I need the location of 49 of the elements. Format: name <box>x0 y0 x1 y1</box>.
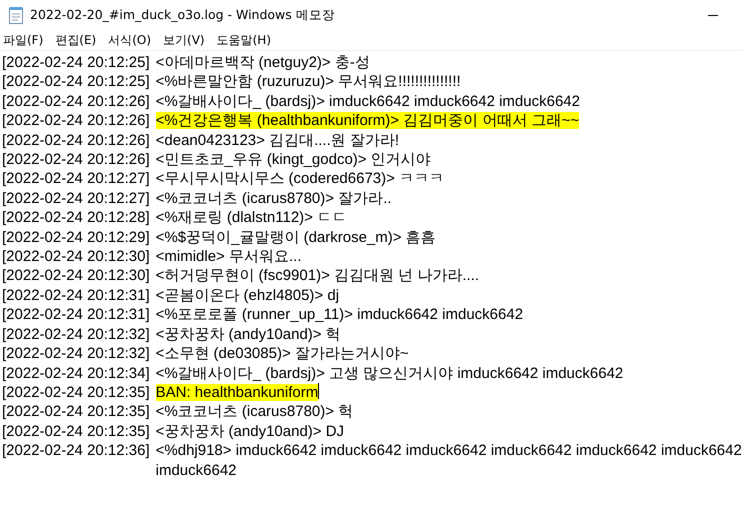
log-message: <꿍차꿍차 (andy10and)> DJ <box>156 422 344 440</box>
log-timestamp: [2022-02-24 20:12:30] <box>2 247 150 266</box>
log-message: <꿍차꿍차 (andy10and)> 헉 <box>156 326 341 343</box>
menu-item[interactable]: 도움말(H) <box>216 32 271 48</box>
log-message: <%재로링 (dlalstn112)> ㄷㄷ <box>156 209 348 226</box>
log-timestamp: [2022-02-24 20:12:35] <box>2 382 150 402</box>
log-message: <%갈배사이다_ (bardsj)> 고생 많으신거시야 imduck6642 imduck6642 <box>156 364 624 382</box>
log-message: <%코코너츠 (icarus8780)> 잘가라.. <box>156 190 392 207</box>
log-message: <dean0423123> 김김대....원 잘가라! <box>156 132 400 149</box>
log-timestamp: [2022-02-24 20:12:31] <box>2 286 150 306</box>
log-message: <민트초코_우유 (kingt_godco)> 인거시야 <box>156 151 431 168</box>
log-timestamp: [2022-02-24 20:12:26] <box>2 92 150 112</box>
log-timestamp: [2022-02-24 20:12:25] <box>2 72 150 92</box>
log-message: <아데마르백작 (netguy2)> 충-성 <box>156 54 370 71</box>
menu-item[interactable]: 파일(F) <box>3 32 44 48</box>
log-timestamp: [2022-02-24 20:12:34] <box>2 364 150 383</box>
log-message: <%건강은행복 (healthbankuniform)> 김김머중이 어때서 그래~~ <box>156 112 580 130</box>
log-message: <소무현 (de03085)> 잘가라는거시야~ <box>156 345 409 362</box>
log-timestamp: [2022-02-24 20:12:35] <box>2 422 150 442</box>
log-timestamp: [2022-02-24 20:12:26] <box>2 150 150 170</box>
log-message: <%dhj918> imduck6642 imduck6642 imduck6642 imduck6642 imduck6642 imduck6642 imduck6642 <box>156 442 743 479</box>
log-message: BAN: healthbankuniform <box>156 384 318 401</box>
log-timestamp: [2022-02-24 20:12:32] <box>2 324 150 344</box>
log-message: <%바른말안함 (ruzuruzu)> 무서워요!!!!!!!!!!!!!!! <box>156 73 461 90</box>
log-timestamp: [2022-02-24 20:12:35] <box>2 402 150 422</box>
menu-item[interactable]: 서식(O) <box>108 32 152 48</box>
log-message: <%갈배사이다_ (bardsj)> imduck6642 imduck6642 imduck6642 <box>156 92 580 110</box>
log-timestamp: [2022-02-24 20:12:36] <box>2 441 150 461</box>
log-message: <무시무시막시무스 (codered6673)> ㅋㅋㅋ <box>156 170 444 188</box>
log-timestamp: [2022-02-24 20:12:27] <box>2 169 150 189</box>
log-timestamp: [2022-02-24 20:12:26] <box>2 130 150 150</box>
window-title: 2022-02-20_#im_duck_o3o.log - Windows 메모장 <box>30 6 336 24</box>
menu-item[interactable]: 편집(E) <box>55 32 96 48</box>
log-message: <%포로로폴 (runner_up_11)> imduck6642 imduck6642 <box>156 306 524 324</box>
log-message: <mimidle> 무서워요... <box>156 248 302 266</box>
log-message: <곧봄이온다 (ehzl4805)> dj <box>156 286 340 304</box>
log-timestamp: [2022-02-24 20:12:30] <box>2 266 150 286</box>
log-timestamp: [2022-02-24 20:12:27] <box>2 188 150 208</box>
notepad-icon <box>8 6 24 24</box>
menu-item[interactable]: 보기(V) <box>163 32 205 48</box>
log-timestamp: [2022-02-24 20:12:25] <box>2 53 150 72</box>
log-timestamp: [2022-02-24 20:12:26] <box>2 111 150 131</box>
log-timestamp: [2022-02-24 20:12:32] <box>2 344 150 364</box>
log-timestamp: [2022-02-24 20:12:31] <box>2 305 150 325</box>
log-message: <%$꿍덕이_귤말랭이 (darkrose_m)> 흠흠 <box>156 228 436 246</box>
log-timestamp: [2022-02-24 20:12:28] <box>2 208 150 228</box>
log-message: <허거덩무현이 (fsc9901)> 김김대원 넌 나가라.... <box>156 267 480 284</box>
log-message: <%코코너츠 (icarus8780)> 헉 <box>156 403 354 420</box>
log-timestamp: [2022-02-24 20:12:29] <box>2 228 150 248</box>
